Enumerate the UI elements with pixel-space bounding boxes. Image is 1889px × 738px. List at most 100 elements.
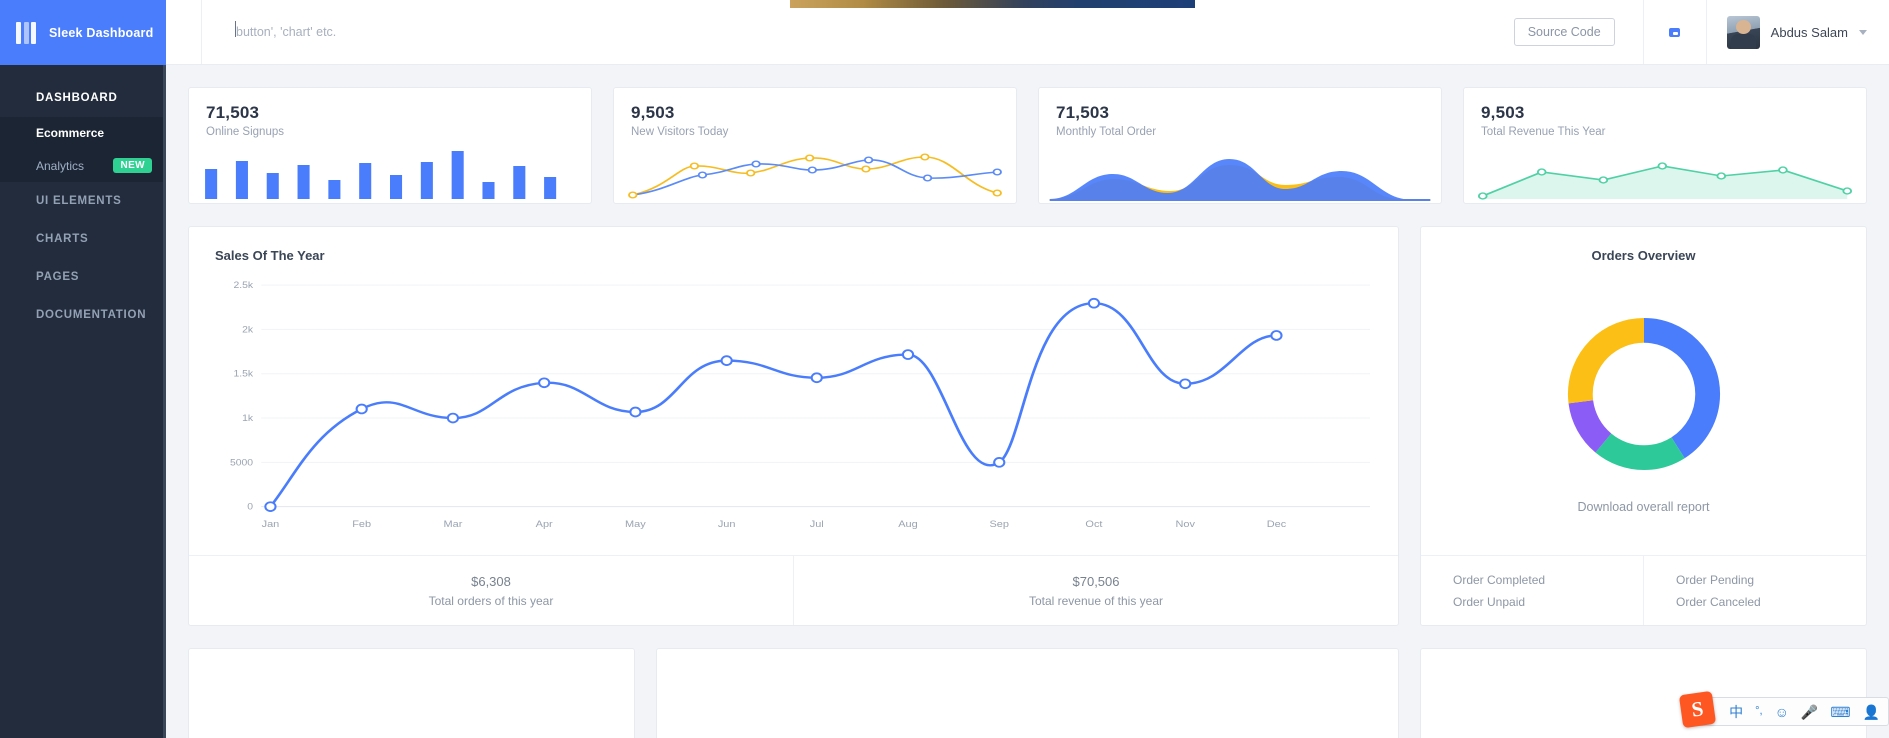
mini-bar-chart <box>189 141 591 203</box>
sidebar-section-charts[interactable]: CHARTS <box>0 220 166 258</box>
avatar <box>1726 15 1760 49</box>
ime-account-icon[interactable]: 👤 <box>1863 705 1880 719</box>
card-title: Orders Overview <box>1591 248 1696 263</box>
message-icon <box>1669 27 1681 37</box>
search-input[interactable] <box>236 25 676 39</box>
source-code-button[interactable]: Source Code <box>1513 18 1615 46</box>
brand-header[interactable]: Sleek Dashboard <box>0 0 166 65</box>
main-area: Source Code Abdus Salam 71,503 Onli <box>166 0 1889 738</box>
sidebar-item-analytics[interactable]: Analytics NEW <box>0 149 166 182</box>
mini-line-chart <box>614 141 1016 203</box>
orders-legend-footer: Order Completed Order Unpaid Order Pendi… <box>1421 555 1866 625</box>
stat-value: 9,503 <box>631 103 675 122</box>
sidebar-item-label: Ecommerce <box>36 126 105 140</box>
sidebar: Sleek Dashboard DASHBOARD Ecommerce Anal… <box>0 0 166 738</box>
bottom-cards-row <box>188 648 1867 738</box>
svg-text:Jul: Jul <box>810 519 824 529</box>
total-orders-stat: $6,308 Total orders of this year <box>189 556 793 625</box>
sidebar-scrollbar[interactable] <box>163 65 166 738</box>
message-button[interactable] <box>1644 27 1706 37</box>
sidebar-dashboard-group: Ecommerce Analytics NEW <box>0 117 166 182</box>
svg-text:5000: 5000 <box>230 458 254 468</box>
ime-emoji-icon[interactable]: ☺ <box>1775 705 1789 719</box>
sidebar-section-dashboard[interactable]: DASHBOARD <box>0 79 166 117</box>
sidebar-section-documentation[interactable]: DOCUMENTATION <box>0 296 166 334</box>
stat-card-monthly-total-order: 71,503 Monthly Total Order <box>1038 87 1442 204</box>
legend-item-order-unpaid: Order Unpaid <box>1453 594 1526 609</box>
legend-column-right: Order Pending Order Canceled <box>1643 556 1866 625</box>
stat-card-new-visitors: 9,503 New Visitors Today <box>613 87 1017 204</box>
sidebar-item-label: Analytics <box>36 158 85 173</box>
ime-keyboard-icon[interactable]: ⌨ <box>1830 705 1850 719</box>
bottom-card-2 <box>656 648 1399 738</box>
stat-label: Total Revenue This Year <box>1481 126 1606 138</box>
stat-card-online-signups: 71,503 Online Signups <box>188 87 592 204</box>
user-menu[interactable]: Abdus Salam <box>1707 15 1889 49</box>
dashboard-content: 71,503 Online Signups 9,503 New Visitors… <box>166 65 1889 738</box>
sidebar-section-pages[interactable]: PAGES <box>0 258 166 296</box>
stat-label: Total revenue of this year <box>1028 593 1164 608</box>
svg-text:Nov: Nov <box>1175 519 1195 529</box>
sales-card-footer: $6,308 Total orders of this year $70,506… <box>189 555 1398 625</box>
chevron-down-icon <box>1859 29 1867 35</box>
stat-value: 9,503 <box>1481 103 1525 122</box>
orders-donut-chart <box>1560 310 1728 478</box>
svg-text:2k: 2k <box>242 325 253 335</box>
bottom-card-1 <box>188 648 635 738</box>
svg-text:Jan: Jan <box>262 519 280 529</box>
stat-value: 71,503 <box>206 103 260 122</box>
header-right: Source Code Abdus Salam <box>1513 0 1889 64</box>
mini-area-chart <box>1039 141 1441 203</box>
brand-title: Sleek Dashboard <box>49 25 154 40</box>
bars-logo-icon <box>16 21 36 44</box>
svg-text:Jun: Jun <box>718 519 736 529</box>
legend-item-order-canceled: Order Canceled <box>1676 594 1761 609</box>
search-area <box>202 0 1514 64</box>
legend-column-left: Order Completed Order Unpaid <box>1421 556 1643 625</box>
svg-text:1.5k: 1.5k <box>233 369 253 379</box>
ime-chinese-mode-icon[interactable]: 中 <box>1729 705 1743 719</box>
header-menu-slot <box>166 0 202 64</box>
orders-overview-card: Orders Overview Download overall report … <box>1420 226 1867 626</box>
total-revenue-stat: $70,506 Total revenue of this year <box>793 556 1398 625</box>
legend-item-order-completed: Order Completed <box>1453 572 1546 587</box>
stat-label: Monthly Total Order <box>1056 126 1157 138</box>
svg-text:0: 0 <box>247 502 253 512</box>
badge-new: NEW <box>113 158 152 173</box>
stat-label: Total orders of this year <box>428 593 554 608</box>
svg-text:2.5k: 2.5k <box>233 281 253 291</box>
stat-value: $6,308 <box>471 573 511 589</box>
ime-microphone-icon[interactable]: 🎤 <box>1801 705 1818 719</box>
sales-of-the-year-card: Sales Of The Year 2.5k 2k 1.5k 1k 5000 0… <box>188 226 1399 626</box>
background-banner-strip <box>790 0 1195 8</box>
svg-text:Aug: Aug <box>898 519 918 529</box>
sidebar-item-ecommerce[interactable]: Ecommerce <box>0 117 166 149</box>
svg-text:Apr: Apr <box>536 519 554 529</box>
legend-item-order-pending: Order Pending <box>1676 572 1755 587</box>
mini-revenue-area-chart <box>1464 141 1866 203</box>
svg-text:Sep: Sep <box>989 519 1009 529</box>
stat-value: 71,503 <box>1056 103 1110 122</box>
svg-text:May: May <box>625 519 647 529</box>
ime-toolbar[interactable]: S 中 °, ☺ 🎤 ⌨ 👤 <box>1679 690 1889 729</box>
user-name: Abdus Salam <box>1770 24 1848 40</box>
text-caret <box>235 21 236 37</box>
svg-text:Feb: Feb <box>352 519 371 529</box>
sales-line-chart: 2.5k 2k 1.5k 1k 5000 0 Jan Feb Mar Apr M… <box>189 263 1398 555</box>
sidebar-section-ui-elements[interactable]: UI ELEMENTS <box>0 182 166 220</box>
main-charts-row: Sales Of The Year 2.5k 2k 1.5k 1k 5000 0… <box>188 226 1867 626</box>
stat-card-row: 71,503 Online Signups 9,503 New Visitors… <box>188 87 1867 204</box>
top-header: Source Code Abdus Salam <box>166 0 1889 65</box>
app-root: Sleek Dashboard DASHBOARD Ecommerce Anal… <box>0 0 1889 738</box>
svg-text:Dec: Dec <box>1267 519 1287 529</box>
card-title: Sales Of The Year <box>215 248 325 263</box>
svg-text:1k: 1k <box>242 414 253 424</box>
ime-punctuation-icon[interactable]: °, <box>1755 706 1762 717</box>
donut-area: Download overall report <box>1421 263 1866 555</box>
svg-text:Oct: Oct <box>1085 519 1102 529</box>
stat-value: $70,506 <box>1072 573 1120 589</box>
stat-label: New Visitors Today <box>631 126 729 138</box>
download-report-link[interactable]: Download overall report <box>1577 500 1709 514</box>
stat-label: Online Signups <box>206 126 284 138</box>
sogou-logo-icon[interactable]: S <box>1679 690 1717 729</box>
